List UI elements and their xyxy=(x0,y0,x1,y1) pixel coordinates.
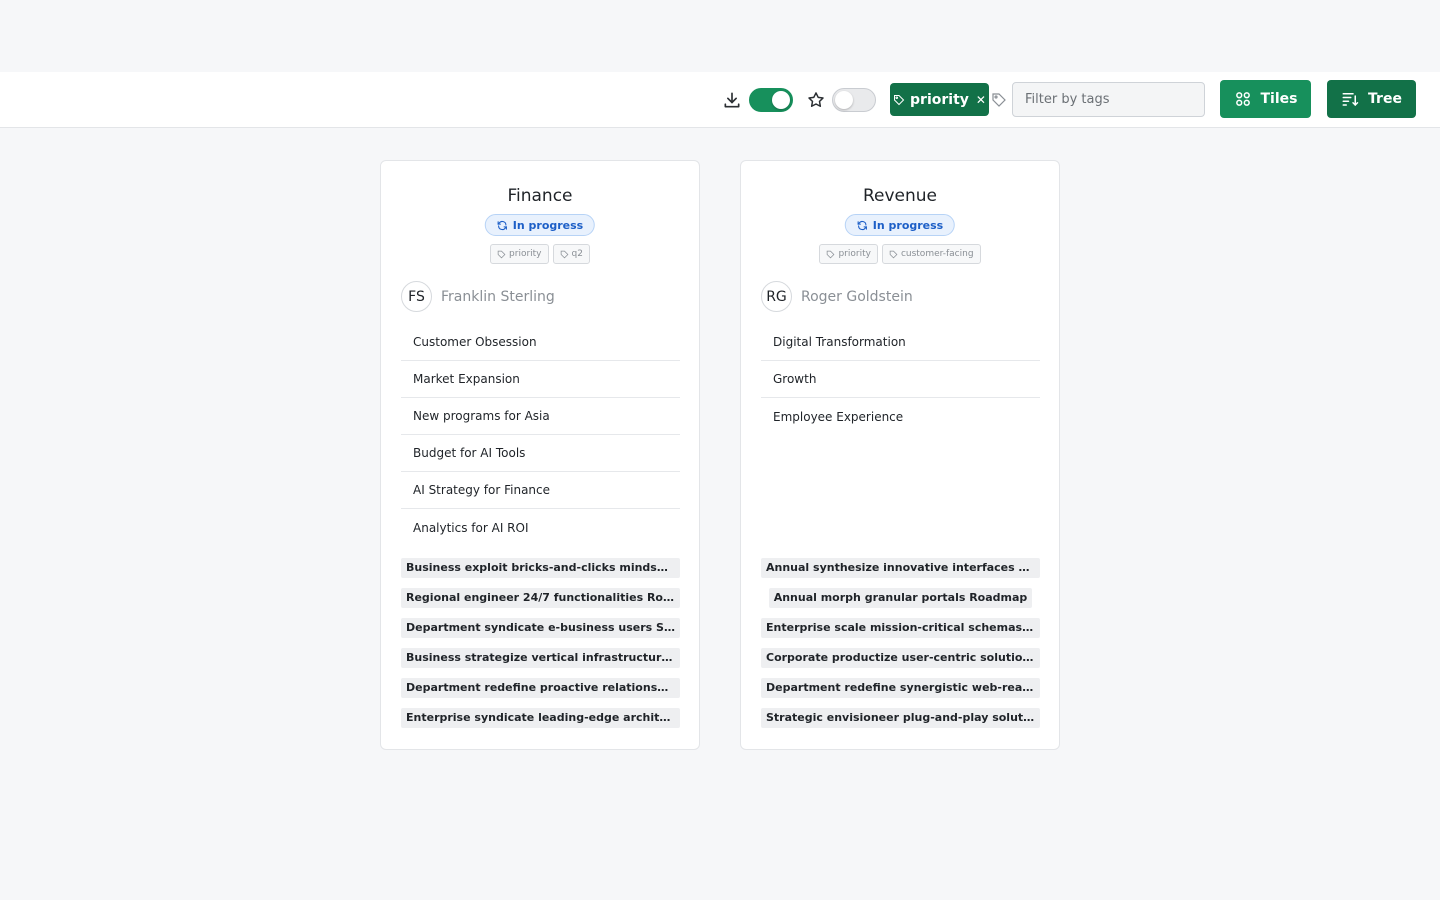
list-item[interactable]: Growth xyxy=(761,361,1040,398)
initiative-chip[interactable]: Annual synthesize innovative interfaces … xyxy=(761,558,1040,578)
tag-label: q2 xyxy=(571,249,583,259)
tag-icon xyxy=(560,250,568,258)
tag-list: priority q2 xyxy=(381,244,699,264)
toggle-knob xyxy=(835,91,853,109)
toolbar: priority ✕ Tiles Tree xyxy=(0,72,1440,128)
tag-list: priority customer-facing xyxy=(741,244,1059,264)
list-item[interactable]: Employee Experience xyxy=(761,398,1040,435)
tag-priority[interactable]: priority xyxy=(490,244,549,264)
owner: RG Roger Goldstein xyxy=(761,281,913,312)
list-item[interactable]: New programs for Asia xyxy=(401,398,680,435)
avatar: RG xyxy=(761,281,792,312)
initiative-chip[interactable]: Enterprise syndicate leading-edge archit… xyxy=(401,708,680,728)
list-item[interactable]: Customer Obsession xyxy=(401,324,680,361)
status-badge: In progress xyxy=(844,214,956,236)
star-icon[interactable] xyxy=(805,89,827,111)
status-badge: In progress xyxy=(484,214,596,236)
card-revenue: Revenue In progress priority customer-fa… xyxy=(740,160,1060,750)
card-finance: Finance In progress priority q2 FS Frank… xyxy=(380,160,700,750)
objective-list: Digital Transformation Growth Employee E… xyxy=(761,324,1040,435)
owner: FS Franklin Sterling xyxy=(401,281,555,312)
tag-filter-icon xyxy=(990,89,1008,111)
tiles-label: Tiles xyxy=(1260,91,1298,107)
active-tag-filter[interactable]: priority ✕ xyxy=(890,83,989,116)
tag-icon xyxy=(894,94,905,105)
remove-tag-icon[interactable]: ✕ xyxy=(976,93,986,107)
tree-label: Tree xyxy=(1368,91,1402,107)
list-item[interactable]: AI Strategy for Finance xyxy=(401,472,680,509)
initiative-chip[interactable]: Enterprise scale mission-critical schema… xyxy=(761,618,1040,638)
favorites-toggle[interactable] xyxy=(749,88,793,112)
tag-q2[interactable]: q2 xyxy=(552,244,590,264)
initiative-chip[interactable]: Department syndicate e-business users St… xyxy=(401,618,680,638)
tag-label: priority xyxy=(838,249,871,259)
starred-toggle[interactable] xyxy=(832,88,876,112)
initiative-chip[interactable]: Regional engineer 24/7 functionalities R… xyxy=(401,588,680,608)
tag-label: priority xyxy=(509,249,542,259)
initiative-chip[interactable]: Business strategize vertical infrastruct… xyxy=(401,648,680,668)
refresh-icon xyxy=(497,220,507,230)
objective-list: Customer Obsession Market Expansion New … xyxy=(401,324,680,546)
initiative-chip[interactable]: Department redefine proactive relationsh… xyxy=(401,678,680,698)
initiative-chip[interactable]: Corporate productize user-centric soluti… xyxy=(761,648,1040,668)
card-title: Revenue xyxy=(862,186,938,206)
initiative-chip[interactable]: Strategic envisioneer plug-and-play solu… xyxy=(761,708,1040,728)
avatar: FS xyxy=(401,281,432,312)
initiative-chip[interactable]: Business exploit bricks-and-clicks minds… xyxy=(401,558,680,578)
initiative-chip[interactable]: Department redefine synergistic web-read… xyxy=(761,678,1040,698)
list-item[interactable]: Analytics for AI ROI xyxy=(401,509,680,546)
owner-name: Franklin Sterling xyxy=(441,288,555,305)
toggle-knob xyxy=(772,91,790,109)
tag-icon xyxy=(497,250,506,258)
tree-sort-icon xyxy=(1342,93,1359,107)
initiative-chip-list: Annual synthesize innovative interfaces … xyxy=(761,558,1040,728)
initiative-chip-list: Business exploit bricks-and-clicks minds… xyxy=(401,558,680,728)
download-icon[interactable] xyxy=(721,89,743,111)
owner-name: Roger Goldstein xyxy=(801,288,913,305)
status-label: In progress xyxy=(872,218,944,232)
list-item[interactable]: Market Expansion xyxy=(401,361,680,398)
active-tag-label: priority xyxy=(910,91,969,108)
list-item[interactable]: Digital Transformation xyxy=(761,324,1040,361)
tag-priority[interactable]: priority xyxy=(819,244,878,264)
initiative-chip[interactable]: Annual morph granular portals Roadmap xyxy=(768,588,1033,608)
card-title: Finance xyxy=(507,186,573,206)
tag-label: customer-facing xyxy=(900,249,974,259)
tag-icon xyxy=(827,250,835,258)
tiles-view-button[interactable]: Tiles xyxy=(1220,80,1311,118)
tree-view-button[interactable]: Tree xyxy=(1327,80,1416,118)
tag-customer-facing[interactable]: customer-facing xyxy=(881,244,981,264)
tag-filter-input[interactable] xyxy=(1012,82,1205,117)
refresh-icon xyxy=(857,220,867,230)
tag-icon xyxy=(889,250,898,258)
status-label: In progress xyxy=(512,218,584,232)
list-item[interactable]: Budget for AI Tools xyxy=(401,435,680,472)
tiles-icon xyxy=(1235,92,1250,106)
